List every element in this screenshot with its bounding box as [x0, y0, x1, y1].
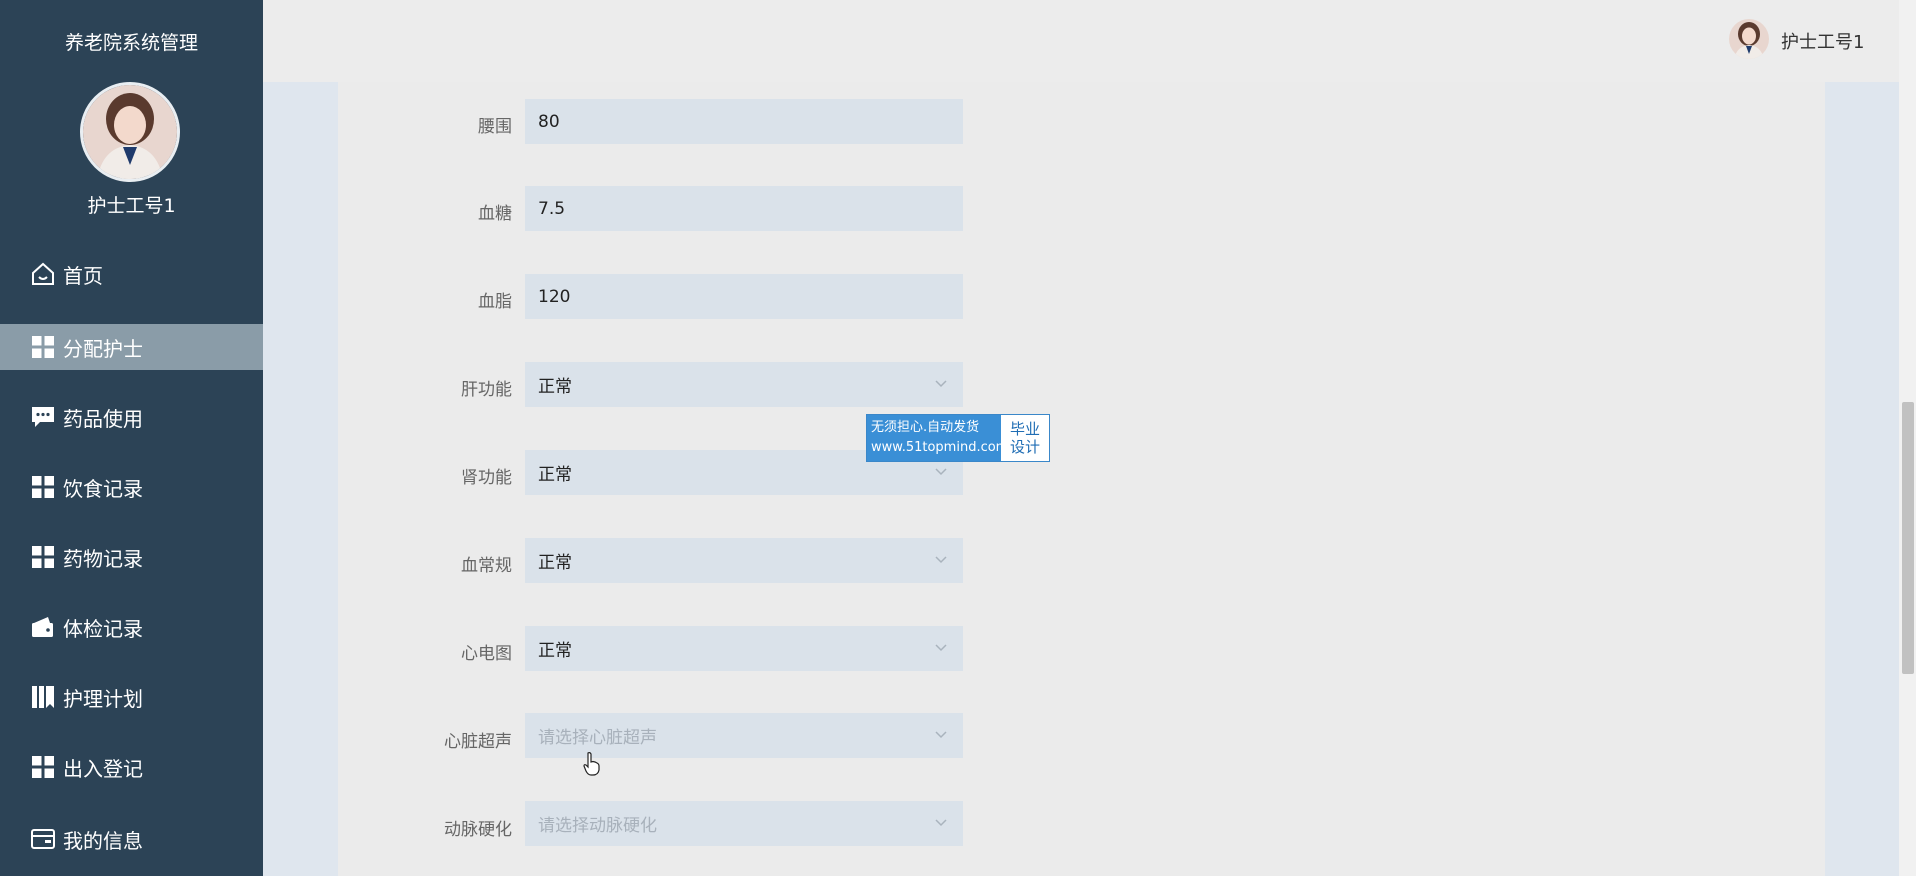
grid-icon [30, 544, 56, 570]
nav-item-checkup-records[interactable]: 体检记录 [0, 604, 263, 650]
app-title: 养老院系统管理 [64, 32, 198, 54]
watermark-url: www.51topmind.com [871, 440, 1009, 455]
nav-item-assign-nurse[interactable]: 分配护士 [0, 324, 263, 370]
waist-input[interactable]: 80 [525, 99, 963, 144]
blood-sugar-label: 血糖 [478, 204, 512, 224]
header-user-name[interactable]: 护士工号1 [1781, 28, 1864, 54]
chevron-down-icon [935, 556, 947, 564]
nav-item-entry-exit[interactable]: 出入登记 [0, 744, 263, 790]
nav-item-label: 饮食记录 [63, 476, 143, 501]
nav-item-my-info[interactable]: 我的信息 [0, 816, 263, 862]
blood-routine-select[interactable]: 正常 [525, 538, 963, 583]
nav-item-drug-records[interactable]: 药物记录 [0, 534, 263, 580]
nav-item-home[interactable]: 首页 [0, 251, 263, 297]
chevron-down-icon [935, 380, 947, 388]
grid-icon [30, 754, 56, 780]
echocardiogram-label: 心脏超声 [444, 732, 512, 752]
card-icon [30, 826, 56, 852]
liver-function-select[interactable]: 正常 [525, 362, 963, 407]
nav-item-label: 药物记录 [63, 546, 143, 571]
watermark-right2: 设计 [1009, 438, 1040, 456]
kidney-function-label: 肾功能 [461, 468, 512, 488]
liver-function-label: 肝功能 [461, 380, 512, 400]
arteriosclerosis-select[interactable]: 请选择动脉硬化 [525, 801, 963, 846]
nav-item-label: 出入登记 [63, 756, 143, 781]
nav-item-label: 分配护士 [63, 336, 143, 361]
blood-sugar-input[interactable]: 7.5 [525, 186, 963, 231]
sidebar-user-name: 护士工号1 [87, 195, 176, 217]
grid-icon [30, 334, 56, 360]
blood-routine-label: 血常规 [461, 556, 512, 576]
waist-label: 腰围 [478, 117, 512, 137]
nav-item-label: 我的信息 [63, 828, 143, 853]
wallet-icon [30, 614, 56, 640]
nav-item-diet-records[interactable]: 饮食记录 [0, 464, 263, 510]
scrollbar-thumb[interactable] [1902, 402, 1914, 674]
nav-item-care-plan[interactable]: 护理计划 [0, 674, 263, 720]
header-avatar[interactable] [1729, 19, 1769, 59]
chevron-down-icon [935, 731, 947, 739]
nav-item-label: 体检记录 [63, 616, 143, 641]
avatar[interactable] [80, 82, 180, 182]
watermark-right1: 毕业 [1009, 420, 1040, 438]
chevron-down-icon [935, 468, 947, 476]
blood-lipid-input[interactable]: 120 [525, 274, 963, 319]
hand-cursor-icon [583, 752, 600, 776]
chat-icon [30, 404, 56, 430]
top-header [263, 0, 1916, 82]
watermark-badge: 无须担心.自动发货 www.51topmind.com 毕业 设计 [866, 414, 1050, 462]
chevron-down-icon [935, 644, 947, 652]
nav-item-medicine-usage[interactable]: 药品使用 [0, 394, 263, 440]
chevron-down-icon [935, 819, 947, 827]
ecg-select[interactable]: 正常 [525, 626, 963, 671]
sidebar: 养老院系统管理 护士工号1 首页 分配护士 药品使用 饮食记录 药物记录 体检记… [0, 0, 263, 876]
blood-lipid-label: 血脂 [478, 292, 512, 312]
nav-item-label: 药品使用 [63, 406, 143, 431]
nav-item-label: 首页 [63, 263, 103, 288]
grid-icon [30, 474, 56, 500]
ecg-label: 心电图 [461, 644, 512, 664]
home-icon [30, 261, 56, 287]
nav-item-label: 护理计划 [63, 686, 143, 711]
arteriosclerosis-label: 动脉硬化 [444, 820, 512, 840]
book-icon [30, 684, 56, 710]
watermark-line1: 无须担心.自动发货 [871, 420, 980, 435]
